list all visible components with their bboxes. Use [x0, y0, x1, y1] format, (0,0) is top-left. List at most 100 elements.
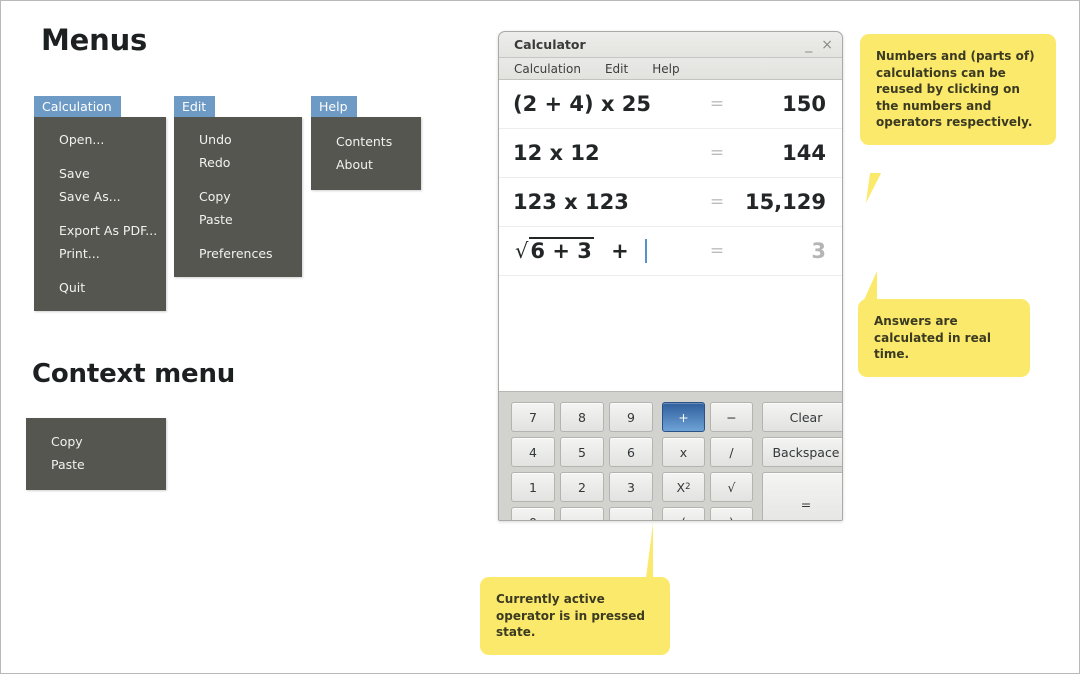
menu-help: Help Contents About — [311, 96, 421, 190]
key-square-base: X — [676, 479, 686, 495]
radicand[interactable]: 6 + 3 — [529, 237, 594, 263]
callout-operator: Currently active operator is in pressed … — [480, 523, 670, 655]
key-1[interactable]: 1 — [511, 472, 555, 502]
key-plus[interactable]: + — [662, 402, 705, 432]
menu-item-print[interactable]: Print... — [34, 242, 166, 265]
calculation-expression[interactable]: 12 x 12 — [513, 141, 700, 165]
keypad: 7 8 9 4 5 6 1 2 3 0 . - + − x / X2 √ ( — [499, 392, 842, 520]
menus-section-title: Menus — [41, 23, 148, 57]
operator-keys: + − x / X2 √ ( ) — [662, 402, 753, 520]
menu-separator — [34, 208, 166, 219]
table-row[interactable]: 123 x 123 = 15,129 — [499, 178, 842, 227]
window-titlebar[interactable]: Calculator _ × — [499, 32, 842, 58]
calculation-result[interactable]: 150 — [734, 92, 826, 116]
window-title: Calculator — [514, 37, 586, 52]
menu-edit: Edit Undo Redo Copy Paste Preferences — [174, 96, 302, 277]
callout-realtime: Answers are calculated in real time. — [858, 271, 1030, 377]
menu-item-preferences[interactable]: Preferences — [174, 242, 302, 265]
key-close-paren[interactable]: ) — [710, 507, 753, 520]
digit-keys: 7 8 9 4 5 6 1 2 3 0 . - — [511, 402, 653, 520]
context-menu-section-title: Context menu — [32, 359, 236, 389]
key-decimal-point[interactable]: . — [560, 507, 604, 520]
close-icon[interactable]: × — [821, 38, 833, 52]
calculation-expression[interactable]: 123 x 123 — [513, 190, 700, 214]
key-7[interactable]: 7 — [511, 402, 555, 432]
menubar-item-edit[interactable]: Edit — [605, 62, 628, 76]
callout-reuse-text: Numbers and (parts of) calculations can … — [876, 49, 1035, 129]
menu-body-help: Contents About — [311, 117, 421, 190]
calculation-result[interactable]: 144 — [734, 141, 826, 165]
context-menu-item-copy[interactable]: Copy — [26, 430, 166, 453]
key-9[interactable]: 9 — [609, 402, 653, 432]
key-square[interactable]: X2 — [662, 472, 705, 502]
key-4[interactable]: 4 — [511, 437, 555, 467]
equals-sign: = — [709, 94, 725, 114]
menu-separator — [34, 151, 166, 162]
menu-item-contents[interactable]: Contents — [311, 130, 421, 153]
menu-item-open[interactable]: Open... — [34, 128, 166, 151]
menu-item-undo[interactable]: Undo — [174, 128, 302, 151]
menu-separator — [174, 231, 302, 242]
key-6[interactable]: 6 — [609, 437, 653, 467]
equals-sign: = — [709, 241, 725, 261]
page-canvas: Menus Calculation Open... Save Save As..… — [0, 0, 1080, 674]
callout-tail — [638, 523, 653, 578]
callout-tail — [865, 173, 882, 203]
menu-calculation: Calculation Open... Save Save As... Expo… — [34, 96, 166, 311]
action-keys: Clear Backspace = — [762, 402, 842, 520]
menu-tab-calculation[interactable]: Calculation — [34, 96, 121, 117]
equals-sign: = — [709, 192, 725, 212]
callout-operator-text: Currently active operator is in pressed … — [496, 592, 645, 639]
square-root-icon: √6 + 3 — [513, 237, 594, 263]
calculation-result[interactable]: 15,129 — [734, 190, 826, 214]
key-5[interactable]: 5 — [560, 437, 604, 467]
context-menu-item-paste[interactable]: Paste — [26, 453, 166, 476]
key-2[interactable]: 2 — [560, 472, 604, 502]
calculation-expression[interactable]: (2 + 4) x 25 — [513, 92, 700, 116]
key-8[interactable]: 8 — [560, 402, 604, 432]
menubar-item-help[interactable]: Help — [652, 62, 679, 76]
calculator-window: Calculator _ × Calculation Edit Help (2 … — [498, 31, 843, 521]
key-3[interactable]: 3 — [609, 472, 653, 502]
menubar-item-calculation[interactable]: Calculation — [514, 62, 581, 76]
key-square-root[interactable]: √ — [710, 472, 753, 502]
calculation-display: (2 + 4) x 25 = 150 12 x 12 = 144 123 x 1… — [499, 80, 842, 392]
menu-body-edit: Undo Redo Copy Paste Preferences — [174, 117, 302, 277]
menu-body-calculation: Open... Save Save As... Export As PDF...… — [34, 117, 166, 311]
radical-sign: √ — [515, 239, 529, 263]
key-square-exponent: 2 — [685, 482, 691, 492]
menu-item-paste[interactable]: Paste — [174, 208, 302, 231]
calculation-result-pending[interactable]: 3 — [734, 239, 826, 263]
menu-item-export-as-pdf[interactable]: Export As PDF... — [34, 219, 166, 242]
menu-item-save-as[interactable]: Save As... — [34, 185, 166, 208]
table-row[interactable]: 12 x 12 = 144 — [499, 129, 842, 178]
menu-tab-help[interactable]: Help — [311, 96, 357, 117]
trailing-operator[interactable]: + — [611, 239, 629, 263]
callout-reuse: Numbers and (parts of) calculations can … — [860, 34, 1056, 203]
menu-item-save[interactable]: Save — [34, 162, 166, 185]
calculation-expression-active[interactable]: √6 + 3 + — [513, 237, 700, 263]
menu-item-copy[interactable]: Copy — [174, 185, 302, 208]
key-negative[interactable]: - — [609, 507, 653, 520]
key-minus[interactable]: − — [710, 402, 753, 432]
table-row-active[interactable]: √6 + 3 + = 3 — [499, 227, 842, 276]
callout-realtime-text: Answers are calculated in real time. — [874, 314, 991, 361]
equals-sign: = — [709, 143, 725, 163]
key-divide[interactable]: / — [710, 437, 753, 467]
key-backspace[interactable]: Backspace — [762, 437, 842, 467]
minimize-icon[interactable]: _ — [805, 38, 812, 52]
key-open-paren[interactable]: ( — [662, 507, 705, 520]
context-menu: Copy Paste — [26, 418, 166, 490]
menu-separator — [174, 174, 302, 185]
key-0[interactable]: 0 — [511, 507, 555, 520]
menu-separator — [34, 265, 166, 276]
key-equals[interactable]: = — [762, 472, 842, 520]
key-clear[interactable]: Clear — [762, 402, 842, 432]
menu-item-redo[interactable]: Redo — [174, 151, 302, 174]
table-row[interactable]: (2 + 4) x 25 = 150 — [499, 80, 842, 129]
context-menu-body: Copy Paste — [26, 418, 166, 490]
key-multiply[interactable]: x — [662, 437, 705, 467]
menu-tab-edit[interactable]: Edit — [174, 96, 216, 117]
menu-item-about[interactable]: About — [311, 153, 421, 176]
menu-item-quit[interactable]: Quit — [34, 276, 166, 299]
